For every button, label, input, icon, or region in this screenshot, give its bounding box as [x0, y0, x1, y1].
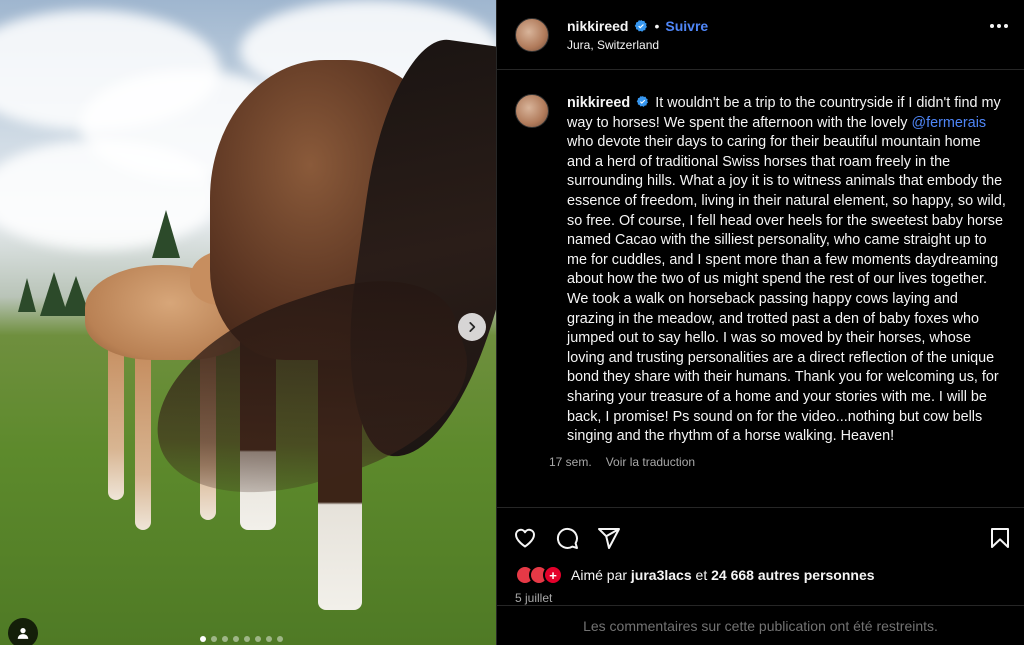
- likes-prefix: Aimé par: [571, 567, 631, 583]
- carousel-dot: [222, 636, 228, 642]
- post-date[interactable]: 5 juillet: [497, 587, 1024, 605]
- carousel-dot: [277, 636, 283, 642]
- post-caption: nikkireed It wouldn't be a trip to the c…: [567, 94, 1008, 447]
- share-icon[interactable]: [597, 526, 621, 550]
- see-translation-link[interactable]: Voir la traduction: [606, 455, 695, 466]
- likes-count-link[interactable]: 24 668 autres personnes: [711, 567, 874, 583]
- caption-username[interactable]: nikkireed: [567, 95, 630, 111]
- separator-dot: •: [654, 17, 660, 34]
- post-header: nikkireed • Suivre Jura, Switzerland: [497, 0, 1024, 70]
- post-details-panel: nikkireed • Suivre Jura, Switzerland nik…: [496, 0, 1024, 645]
- author-username[interactable]: nikkireed: [567, 18, 628, 34]
- bookmark-icon[interactable]: [988, 526, 1012, 550]
- carousel-dot: [233, 636, 239, 642]
- foal-leg: [135, 345, 151, 530]
- liker-avatars: +: [515, 565, 563, 585]
- carousel-dot: [255, 636, 261, 642]
- caption-author-avatar[interactable]: [515, 94, 549, 128]
- caption-meta: 17 sem. Voir la traduction: [549, 455, 1008, 466]
- swiss-flag-avatar: +: [543, 565, 563, 585]
- caption-text: who devote their days to caring for thei…: [567, 134, 1006, 445]
- tree: [18, 278, 36, 312]
- likes-text: Aimé par jura3lacs et 24 668 autres pers…: [571, 567, 875, 583]
- carousel-indicator: [200, 636, 283, 642]
- more-options-icon[interactable]: [990, 24, 1008, 28]
- comments-restricted-notice: Les commentaires sur cette publication o…: [497, 605, 1024, 645]
- caption-time: 17 sem.: [549, 454, 592, 466]
- carousel-dot: [200, 636, 206, 642]
- post-modal: nikkireed • Suivre Jura, Switzerland nik…: [0, 0, 1024, 645]
- carousel-next-button[interactable]: [458, 313, 486, 341]
- caption-section: nikkireed It wouldn't be a trip to the c…: [497, 70, 1024, 507]
- author-avatar[interactable]: [515, 17, 549, 52]
- carousel-dot: [211, 636, 217, 642]
- post-media[interactable]: [0, 0, 496, 645]
- action-bar: [497, 507, 1024, 567]
- tree: [152, 210, 180, 258]
- comment-icon[interactable]: [555, 526, 579, 550]
- user-tag-icon: [17, 628, 29, 639]
- follow-button[interactable]: Suivre: [665, 18, 708, 34]
- cloud: [0, 140, 220, 250]
- chevron-right-icon: [469, 322, 476, 332]
- likes-conjunction: et: [691, 567, 712, 583]
- verified-badge-icon: [635, 19, 648, 32]
- likes-summary: + Aimé par jura3lacs et 24 668 autres pe…: [497, 563, 1024, 587]
- caption-mention-link[interactable]: @fermerais: [912, 115, 987, 131]
- post-location[interactable]: Jura, Switzerland: [567, 38, 708, 52]
- verified-badge-icon: [636, 95, 649, 107]
- liker-username[interactable]: jura3lacs: [631, 567, 692, 583]
- carousel-dot: [266, 636, 272, 642]
- heart-icon[interactable]: [513, 526, 537, 550]
- tagged-users-button[interactable]: [8, 618, 38, 645]
- carousel-dot: [244, 636, 250, 642]
